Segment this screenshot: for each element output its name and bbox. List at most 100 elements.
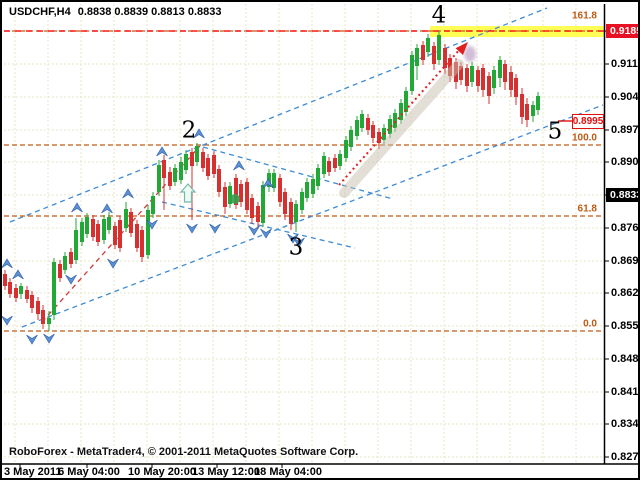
candle: [107, 217, 111, 230]
trendlines-layer: [10, 8, 603, 327]
time-tick-label: 10 May 20:00: [128, 466, 196, 478]
fractal-down-icon: [261, 229, 272, 238]
wave-point-label-2: 2: [182, 120, 197, 143]
candle: [36, 301, 40, 314]
price-tick-label: 0.8485: [611, 353, 640, 365]
symbol-timeframe-label: USDCHF,H4: [9, 6, 71, 18]
fractal-down-icon: [108, 259, 119, 268]
candle: [492, 70, 496, 88]
candle: [118, 220, 122, 248]
candle: [8, 282, 12, 294]
forecast-arrow-layer: [339, 42, 476, 193]
fractal-up-icon: [2, 259, 13, 268]
candle: [47, 318, 51, 324]
candle: [305, 182, 309, 198]
fractal-down-icon: [27, 335, 38, 344]
fractal-up-icon: [123, 189, 134, 198]
price-tick-label: 0.9045: [611, 91, 640, 103]
fractal-down-icon: [249, 226, 260, 235]
candle: [168, 172, 172, 186]
candle: [525, 104, 529, 120]
candle: [195, 146, 199, 162]
price-marker-0.8833: 0.8833: [606, 188, 640, 202]
candle: [371, 125, 375, 138]
mt4-chart-window: USDCHF,H40.8838 0.8839 0.8813 0.8833 Rob…: [0, 0, 640, 480]
candle: [69, 252, 73, 264]
candle: [135, 224, 139, 248]
candle: [503, 64, 507, 82]
fractal-down-icon: [2, 316, 13, 325]
candle: [476, 70, 480, 86]
candle: [91, 219, 95, 237]
fractal-up-icon: [157, 147, 168, 156]
fib-level-label: 0.0: [583, 319, 597, 330]
candle: [173, 168, 177, 182]
candle: [19, 286, 23, 294]
candle: [470, 66, 474, 82]
price-marker-0.9185: 0.9185: [606, 24, 640, 38]
candle: [410, 55, 414, 91]
candle: [102, 219, 106, 240]
smudge-mark: [464, 46, 476, 62]
fractal-down-icon: [44, 334, 55, 343]
candle: [80, 222, 84, 242]
dot-marker-icon: [230, 194, 240, 204]
time-tick-label: 3 May 2011: [4, 466, 62, 478]
price-tick-label: 0.8975: [611, 124, 640, 136]
candle: [256, 206, 260, 222]
candle: [338, 154, 342, 166]
candle: [283, 192, 287, 214]
price-tick-label: 0.8345: [611, 418, 640, 430]
candle: [360, 114, 364, 128]
price-tick-label: 0.8765: [611, 222, 640, 234]
up-arrow-glyph-icon: [181, 184, 195, 202]
candle: [333, 158, 337, 168]
ohlc-quotes-label: 0.8838 0.8839 0.8813 0.8833: [78, 6, 222, 18]
chart-canvas[interactable]: [2, 2, 640, 480]
candle: [311, 179, 315, 194]
candle: [190, 152, 194, 166]
candle: [30, 295, 34, 308]
candle: [366, 118, 370, 130]
time-tick-label: 13 May 12:00: [192, 466, 260, 478]
candle: [327, 161, 331, 172]
candle: [355, 120, 359, 136]
candle: [514, 78, 518, 97]
candle: [349, 130, 353, 147]
candle: [300, 192, 304, 210]
candle: [58, 264, 62, 278]
candle: [184, 154, 188, 170]
candle: [96, 224, 100, 242]
wave-point-label-4: 4: [432, 5, 447, 28]
candle: [481, 68, 485, 90]
candle: [344, 140, 348, 158]
candle: [223, 187, 227, 207]
candle: [437, 35, 441, 60]
candle: [509, 72, 513, 90]
fib-level-label: 161.8: [572, 11, 597, 22]
candle: [179, 162, 183, 180]
candle: [272, 173, 276, 188]
arrow-shadow: [344, 64, 459, 193]
candle: [487, 76, 491, 96]
fib-level-label: 100.0: [572, 133, 597, 144]
fibonacci-lines-layer: [4, 31, 604, 331]
candle: [421, 45, 425, 60]
candle: [316, 168, 320, 186]
candle: [498, 60, 502, 78]
candle: [536, 96, 540, 110]
time-tick-label: 18 May 04:00: [254, 466, 322, 478]
candle: [217, 169, 221, 192]
chart-title: USDCHF,H4 0.8838 0.8839 0.8813 0.8833: [9, 6, 221, 18]
candle: [465, 68, 469, 86]
candle: [278, 178, 282, 202]
candle: [443, 48, 447, 68]
candles-layer: [3, 31, 540, 331]
candle: [146, 210, 150, 255]
fib-level-label: 61.8: [578, 204, 597, 215]
candle: [129, 212, 133, 233]
candle: [3, 274, 7, 286]
candle: [432, 46, 436, 64]
candle: [41, 310, 45, 324]
fractal-up-icon: [102, 204, 113, 213]
